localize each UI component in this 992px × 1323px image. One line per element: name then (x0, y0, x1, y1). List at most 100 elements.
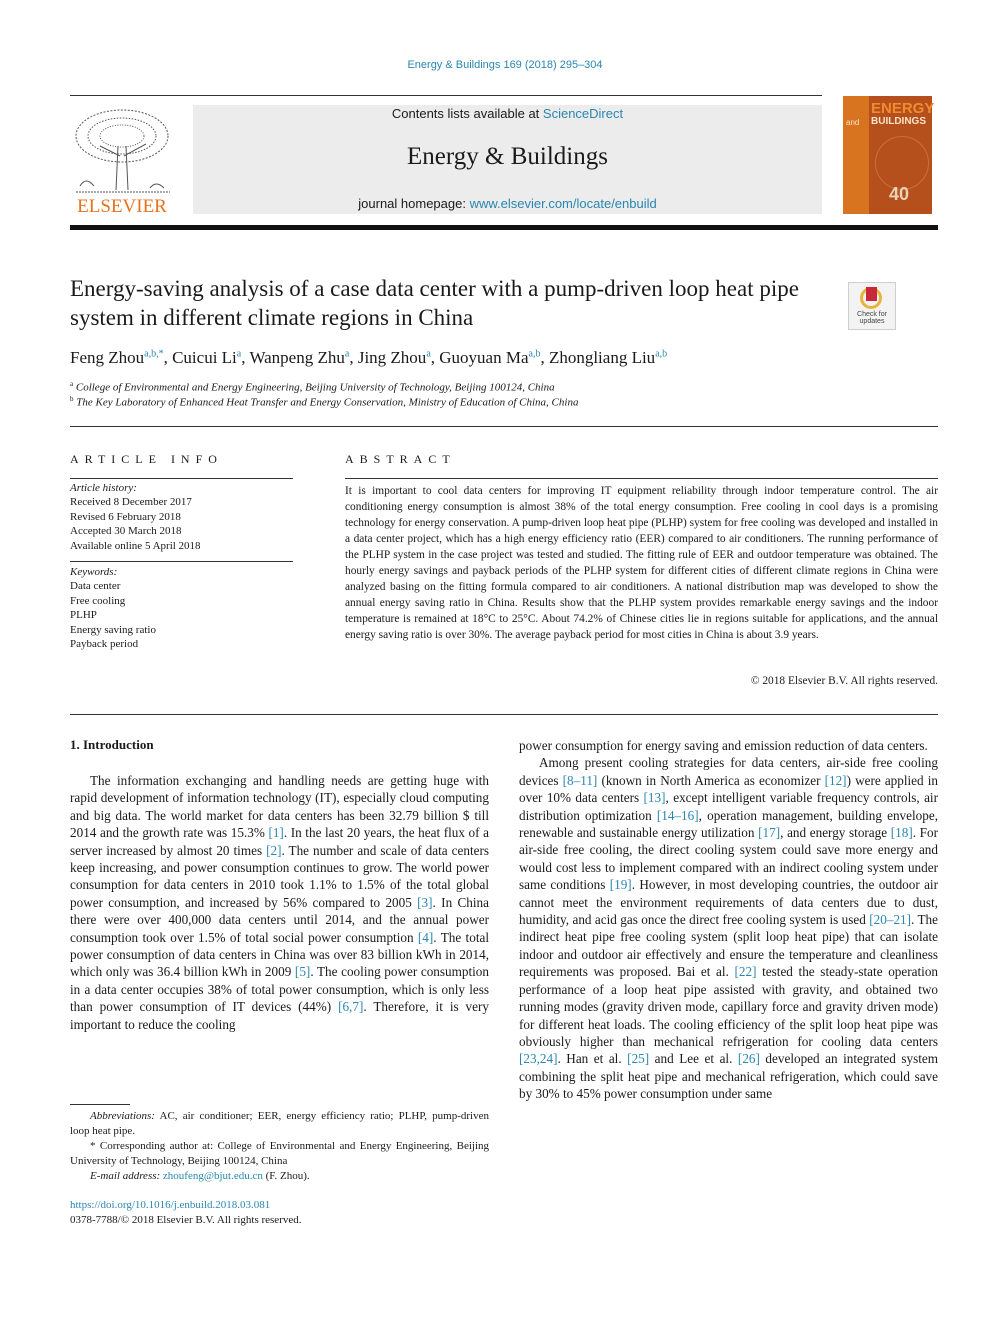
author-name[interactable]: Feng Zhou (70, 348, 144, 367)
cover-graphic (875, 136, 929, 190)
crossmark-label-line1: Check for (857, 311, 887, 318)
citation-link[interactable]: [23,24] (519, 1051, 557, 1066)
author-name[interactable]: Zhongliang Liu (549, 348, 655, 367)
footnote-corresponding-author: * Corresponding author at: College of En… (70, 1139, 489, 1169)
author-affiliation-mark[interactable]: a (345, 348, 349, 359)
citation-link[interactable]: [13] (644, 790, 666, 805)
crossmark-bookmark-icon (866, 287, 877, 301)
citation-link[interactable]: [5] (295, 964, 310, 979)
email-link[interactable]: zhoufeng@bjut.edu.cn (163, 1170, 263, 1182)
cover-anniversary-badge: 40 (889, 184, 910, 204)
top-rule (70, 95, 822, 96)
citation-link[interactable]: [22] (735, 964, 757, 979)
issn-copyright: 0378-7788/© 2018 Elsevier B.V. All right… (70, 1214, 302, 1226)
citation-link[interactable]: [14–16] (657, 808, 699, 823)
crossmark-label-line2: updates (859, 318, 885, 325)
citation-link[interactable]: [18] (891, 825, 913, 840)
abstract-heading: ABSTRACT (345, 452, 456, 466)
citation-link[interactable]: [12] (825, 773, 847, 788)
citation-link[interactable]: [26] (738, 1051, 760, 1066)
affiliation-divider (70, 426, 938, 427)
intro-paragraph-2: Among present cooling strategies for dat… (519, 755, 939, 1102)
affiliation-mark: a (70, 380, 74, 388)
article-info-rule (70, 478, 293, 479)
homepage-line: journal homepage: www.elsevier.com/locat… (193, 196, 822, 211)
citation-link[interactable]: [19] (610, 877, 632, 892)
footnotes: Abbreviations: AC, air conditioner; EER,… (70, 1109, 489, 1184)
footnote-abbreviations: Abbreviations: AC, air conditioner; EER,… (70, 1109, 489, 1139)
cover-and: and (846, 118, 860, 127)
citation-link[interactable]: [25] (627, 1051, 649, 1066)
author-affiliation-mark[interactable]: a (237, 348, 241, 359)
body-column-left: The information exchanging and handling … (70, 772, 489, 1033)
author-name[interactable]: Jing Zhou (358, 348, 426, 367)
citation-link[interactable]: [2] (266, 843, 281, 858)
article-history: Article history: Received 8 December 201… (70, 481, 293, 553)
crossmark-label: Check for updates (849, 311, 895, 325)
citation-link[interactable]: [17] (758, 825, 780, 840)
citation-link[interactable]: [3] (417, 895, 432, 910)
history-label: Article history: (70, 482, 137, 494)
author-name[interactable]: Guoyuan Ma (439, 348, 528, 367)
footnote-email: E-mail address: zhoufeng@bjut.edu.cn (F.… (70, 1169, 489, 1184)
article-info-heading: ARTICLE INFO (70, 452, 223, 466)
citation-link[interactable]: [6,7] (338, 999, 363, 1014)
history-revised: Revised 6 February 2018 (70, 510, 181, 523)
contents-prefix: Contents lists available at (391, 106, 543, 121)
corresponding-text: Corresponding author at: College of Envi… (70, 1140, 489, 1167)
keywords-rule (70, 561, 293, 562)
homepage-link[interactable]: www.elsevier.com/locate/enbuild (470, 196, 657, 211)
intro-paragraph-1: The information exchanging and handling … (70, 773, 490, 1032)
running-header[interactable]: Energy & Buildings 169 (2018) 295–304 (0, 59, 992, 71)
citation-link[interactable]: [1] (268, 825, 283, 840)
abstract-rule (345, 478, 938, 479)
keywords: Keywords: Data center Free cooling PLHP … (70, 565, 293, 651)
article-title: Energy-saving analysis of a case data ce… (70, 276, 799, 330)
journal-cover-image[interactable]: ENERGY BUILDINGS and 40 (843, 96, 935, 214)
author-name[interactable]: Cuicui Li (172, 348, 237, 367)
affiliation-mark: b (70, 395, 74, 403)
history-accepted: Accepted 30 March 2018 (70, 525, 182, 538)
cover-title-buildings: BUILDINGS (871, 116, 926, 127)
footnote-rule (70, 1104, 130, 1105)
tree-icon (75, 109, 170, 193)
abstract-divider (70, 714, 938, 715)
author-affiliation-mark[interactable]: a (426, 348, 430, 359)
abstract-copyright: © 2018 Elsevier B.V. All rights reserved… (750, 675, 938, 687)
affiliation-b: b The Key Laboratory of Enhanced Heat Tr… (70, 395, 578, 409)
doi-link[interactable]: https://doi.org/10.1016/j.enbuild.2018.0… (70, 1199, 270, 1211)
doi-block: https://doi.org/10.1016/j.enbuild.2018.0… (70, 1198, 302, 1228)
citation-link[interactable]: [8–11] (563, 773, 598, 788)
intro-paragraph-1-continued: power consumption for energy saving and … (519, 738, 928, 753)
check-for-updates-button[interactable]: Check for updates (848, 282, 896, 330)
email-suffix: (F. Zhou). (262, 1170, 310, 1182)
cover-band (843, 96, 869, 214)
keyword: Payback period (70, 638, 139, 651)
author-affiliation-mark[interactable]: a,b (655, 348, 667, 359)
author-affiliation-mark[interactable]: a,b,* (144, 348, 163, 359)
citation-link[interactable]: [20–21] (869, 912, 911, 927)
keyword: Data center (70, 580, 121, 593)
body-column-right: power consumption for energy saving and … (519, 737, 938, 1103)
abstract-text: It is important to cool data centers for… (345, 485, 938, 641)
elsevier-wordmark[interactable]: ELSEVIER (70, 196, 174, 218)
keywords-label: Keywords: (70, 566, 118, 578)
citation-link[interactable]: [4] (418, 930, 433, 945)
contents-line: Contents lists available at ScienceDirec… (193, 106, 822, 121)
homepage-prefix: journal homepage: (358, 196, 470, 211)
history-online: Available online 5 April 2018 (70, 539, 201, 552)
cover-title-energy: ENERGY (871, 100, 935, 117)
author-list: Feng Zhoua,b,*, Cuicui Lia, Wanpeng Zhua… (70, 348, 668, 367)
section-heading-introduction: 1. Introduction (70, 737, 154, 752)
author-affiliation-mark[interactable]: a,b (529, 348, 541, 359)
journal-title: Energy & Buildings (407, 143, 608, 170)
author-name[interactable]: Wanpeng Zhu (249, 348, 344, 367)
keyword: Free cooling (70, 594, 126, 607)
header-divider (70, 225, 938, 230)
affiliation-text: College of Environmental and Energy Engi… (75, 381, 555, 394)
keyword: Energy saving ratio (70, 623, 156, 636)
affiliation-text: The Key Laboratory of Enhanced Heat Tran… (76, 396, 579, 409)
sciencedirect-link[interactable]: ScienceDirect (543, 106, 623, 121)
keyword: PLHP (70, 609, 97, 622)
affiliation-a: a College of Environmental and Energy En… (70, 380, 555, 394)
